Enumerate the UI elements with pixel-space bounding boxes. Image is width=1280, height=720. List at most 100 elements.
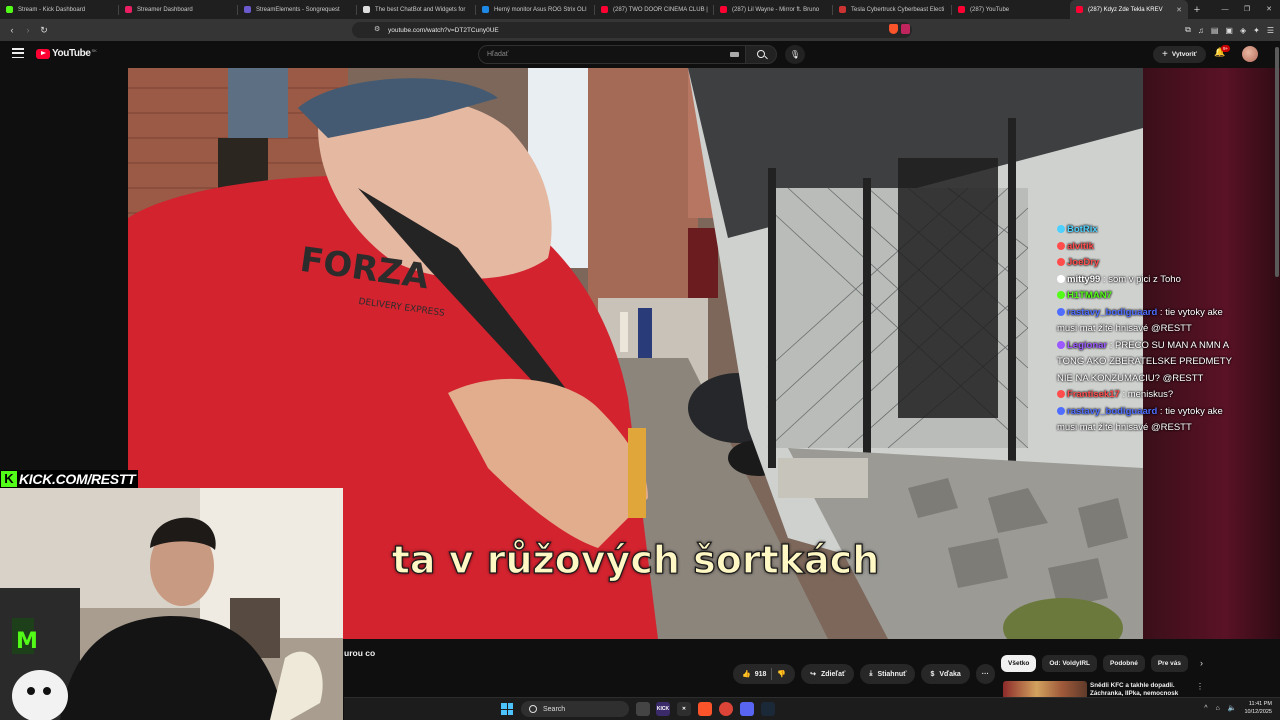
tab-close-icon[interactable]: ✕ [1176, 6, 1182, 14]
scrollbar-thumb[interactable] [1275, 47, 1279, 277]
rewards-icon[interactable] [901, 24, 910, 34]
chat-message: JoeDry [1057, 255, 1237, 272]
leo-icon[interactable]: ✦ [1253, 26, 1260, 35]
browser-tab[interactable]: Tesla Cybertruck Cyberbeast Electi [833, 0, 951, 19]
youtube-play-icon [36, 48, 50, 59]
taskbar-clock[interactable]: 11:41 PM 10/12/2025 [1244, 700, 1272, 716]
page-scrollbar[interactable] [1274, 41, 1280, 697]
wallet-icon[interactable]: ▣ [1225, 26, 1233, 35]
browser-tab[interactable]: Stream - Kick Dashboard [0, 0, 118, 19]
browser-tab[interactable]: Streamer Dashboard [119, 0, 237, 19]
chat-message: alvitik [1057, 239, 1237, 256]
chrome-icon[interactable] [719, 702, 733, 716]
reload-icon[interactable]: ↻ [36, 25, 52, 36]
browser-tab[interactable]: The best ChatBot and Widgets for [357, 0, 475, 19]
chat-text: som v pici z Toho [1108, 273, 1181, 285]
menu-icon[interactable]: ☰ [1267, 26, 1274, 35]
chat-badge-icon [1057, 340, 1065, 349]
extensions-icon[interactable]: ⧉ [1185, 25, 1191, 35]
tab-title: (287) Lil Wayne - Mirror ft. Bruno [732, 6, 820, 13]
tab-favicon-icon [363, 6, 370, 13]
chat-username[interactable]: BotRix [1067, 224, 1098, 235]
shields-icon[interactable] [889, 24, 898, 34]
related-video-title[interactable]: Snědli KFC a takhle dopadli. Záchranka, … [1090, 682, 1190, 698]
chat-username[interactable]: alvitik [1067, 241, 1094, 252]
chips-next-icon[interactable]: › [1200, 658, 1203, 668]
browser-tab[interactable]: (287) TWO DOOR CINEMA CLUB | [595, 0, 713, 19]
close-window-button[interactable]: ✕ [1258, 0, 1280, 19]
download-button[interactable]: ⤓ Stiahnuť [860, 664, 916, 684]
webcam-frame: M [0, 488, 343, 720]
youtube-logo[interactable]: YouTube SK [36, 48, 97, 59]
minimize-button[interactable]: — [1214, 0, 1236, 19]
chat-badge-icon [1057, 390, 1065, 398]
guide-menu-icon[interactable] [12, 48, 24, 59]
windows-start-icon[interactable] [501, 703, 513, 715]
tab-title: (287) Kdyz Zde Tekla KREV [1088, 6, 1163, 13]
chat-badge-icon [1057, 307, 1065, 316]
kick-app-icon[interactable]: KICK [656, 702, 670, 716]
filter-chip[interactable]: Všetko [1001, 654, 1037, 672]
steam-icon[interactable] [761, 702, 775, 716]
chat-username[interactable]: rastavy_bodiguaard [1067, 406, 1157, 417]
chat-username[interactable]: rastavy_bodiguaard [1067, 307, 1157, 318]
thanks-button[interactable]: $ Vďaka [921, 664, 970, 684]
filter-chip[interactable]: Podobné [1103, 654, 1145, 672]
browser-tab[interactable]: (287) Kdyz Zde Tekla KREV ✕ [1070, 0, 1188, 19]
tab-title: Tesla Cybertruck Cyberbeast Electi [851, 6, 945, 13]
dislike-button[interactable]: 👎 [777, 670, 786, 678]
filter-chip[interactable]: Pre vás [1150, 654, 1188, 672]
more-actions-button[interactable]: ··· [975, 664, 995, 684]
brave-browser-icon[interactable] [698, 702, 712, 716]
vpn-icon[interactable]: ◈ [1240, 26, 1246, 35]
chat-username[interactable]: Frantisek17 [1067, 389, 1120, 400]
address-bar[interactable]: ⚙ youtube.com/watch?v=DT2TCuny0UE [352, 22, 912, 38]
search-input[interactable]: Hľadať [478, 45, 746, 64]
maximize-button[interactable]: ❐ [1236, 0, 1258, 19]
kick-banner: K KICK.COM/RESTT [0, 470, 138, 488]
like-button[interactable]: 👍 918 [742, 670, 766, 679]
download-label: Stiahnuť [877, 670, 907, 678]
new-tab-button[interactable]: + [1188, 4, 1206, 16]
volume-icon[interactable]: 🔈 [1228, 704, 1237, 712]
site-info-icon[interactable]: ⚙ [374, 25, 380, 33]
music-icon[interactable]: ♫ [1198, 26, 1204, 35]
chat-username[interactable]: H1TMAN7 [1067, 290, 1112, 301]
browser-tab[interactable]: Herný monitor Asus ROG Strix OLI [476, 0, 594, 19]
voice-search-button[interactable]: 🎙 [785, 45, 805, 64]
file-explorer-icon[interactable] [636, 702, 650, 716]
browser-tab[interactable]: (287) Lil Wayne - Mirror ft. Bruno [714, 0, 832, 19]
tab-favicon-icon [244, 6, 251, 13]
filter-chip[interactable]: Od: VoldyIRL [1042, 654, 1098, 672]
tab-favicon-icon [6, 6, 13, 13]
browser-tab[interactable]: (287) YouTube [952, 0, 1070, 19]
sidebar-icon[interactable]: ▤ [1211, 26, 1219, 35]
discord-icon[interactable] [740, 702, 754, 716]
tray-expand-icon[interactable]: ^ [1204, 705, 1207, 712]
forward-icon[interactable]: › [20, 25, 36, 35]
chat-username[interactable]: JoeDry [1067, 257, 1099, 268]
search-placeholder: Hľadať [487, 51, 509, 58]
tab-title: The best ChatBot and Widgets for [375, 6, 466, 13]
chat-badge-icon [1057, 258, 1065, 266]
browser-tab[interactable]: StreamElements - Songrequest [238, 0, 356, 19]
search-button[interactable] [745, 45, 777, 64]
xbox-icon[interactable]: ✕ [677, 702, 691, 716]
chat-badge-icon [1057, 274, 1065, 283]
taskbar-search[interactable]: Search [521, 701, 629, 717]
chat-username[interactable]: mitty99 [1067, 274, 1100, 285]
clock-date: 10/12/2025 [1244, 709, 1272, 715]
related-video-more-icon[interactable]: ⋮ [1196, 682, 1204, 691]
tab-favicon-icon [1076, 6, 1083, 13]
chat-badge-icon [1057, 406, 1065, 415]
related-filter-chips: Všetko Od: VoldyIRL Podobné Pre vás › [1001, 654, 1203, 672]
video-title-fragment: urou co [344, 648, 376, 658]
create-button[interactable]: + Vytvoriť [1153, 46, 1206, 63]
network-icon[interactable]: ⌂ [1216, 705, 1220, 712]
share-button[interactable]: ↪ Zdieľať [801, 664, 855, 684]
account-avatar[interactable] [1242, 46, 1258, 62]
kick-logo-icon: K [1, 471, 17, 487]
keyboard-icon[interactable] [730, 52, 739, 57]
chat-username[interactable]: Legionar [1067, 340, 1107, 351]
back-icon[interactable]: ‹ [4, 25, 20, 35]
